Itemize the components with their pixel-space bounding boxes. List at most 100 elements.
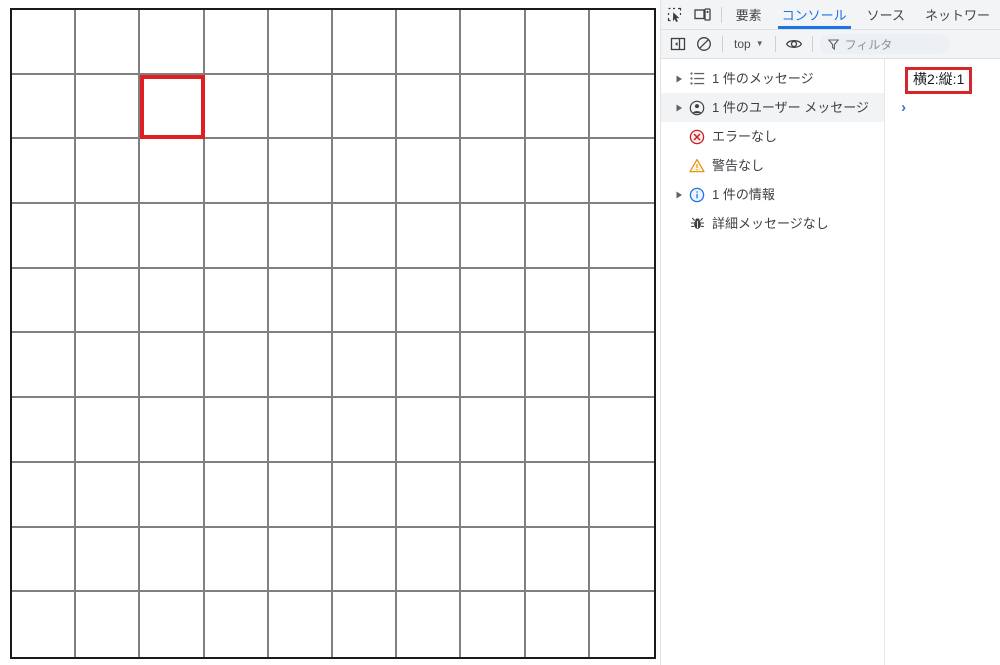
grid-cell[interactable]	[525, 204, 590, 269]
tab-network[interactable]: ネットワー	[915, 0, 1000, 29]
grid-cell[interactable]	[204, 10, 269, 75]
grid-cell[interactable]	[140, 139, 205, 205]
grid-cell[interactable]	[526, 592, 590, 657]
tab-console[interactable]: コンソール	[772, 0, 857, 29]
grid-cell[interactable]	[461, 527, 526, 593]
grid-cell[interactable]	[12, 462, 77, 528]
grid-cell[interactable]	[140, 10, 205, 75]
grid-cell[interactable]	[397, 398, 462, 463]
grid-cell[interactable]	[12, 204, 77, 269]
grid-cell[interactable]	[268, 204, 333, 269]
grid-cell[interactable]	[525, 268, 590, 334]
grid-cell[interactable]	[332, 139, 398, 205]
execution-context-dropdown[interactable]: top ▼	[728, 35, 770, 53]
grid-cell[interactable]	[204, 462, 269, 528]
grid-cell[interactable]	[268, 462, 333, 528]
sidebar-item-verbose[interactable]: 詳細メッセージなし	[661, 209, 884, 238]
grid-cell[interactable]	[204, 268, 269, 334]
grid-canvas-pane[interactable]	[0, 0, 660, 665]
grid-cell[interactable]	[140, 527, 205, 593]
expand-arrow-icon[interactable]	[673, 191, 686, 199]
grid-cell[interactable]	[76, 398, 141, 463]
grid-cell[interactable]	[204, 333, 269, 399]
grid-cell[interactable]	[76, 10, 141, 75]
grid-cell[interactable]	[140, 592, 205, 657]
grid-cell[interactable]	[76, 333, 141, 399]
grid-cell[interactable]	[589, 398, 654, 463]
grid-cell[interactable]	[525, 139, 590, 205]
grid-cell[interactable]	[12, 398, 77, 463]
grid-cell[interactable]	[204, 527, 269, 593]
grid-cell[interactable]	[461, 333, 526, 399]
grid-board[interactable]	[10, 8, 656, 659]
grid-cell[interactable]	[589, 463, 654, 528]
sidebar-item-messages[interactable]: 1 件のメッセージ	[661, 64, 884, 93]
grid-cell[interactable]	[397, 333, 462, 399]
expand-arrow-icon[interactable]	[673, 104, 686, 112]
grid-cell[interactable]	[589, 269, 654, 334]
grid-cell[interactable]	[397, 139, 462, 205]
grid-cell[interactable]	[397, 462, 462, 528]
grid-cell[interactable]	[12, 592, 77, 657]
grid-cell[interactable]	[204, 139, 269, 205]
expand-arrow-icon[interactable]	[673, 75, 686, 83]
grid-cell[interactable]	[525, 333, 590, 399]
grid-cell[interactable]	[140, 74, 205, 140]
grid-cell[interactable]	[461, 462, 526, 528]
grid-cell[interactable]	[204, 204, 269, 269]
grid-cell[interactable]	[332, 268, 398, 334]
sidebar-item-warnings[interactable]: 警告なし	[661, 151, 884, 180]
grid-cell[interactable]	[461, 10, 526, 75]
grid-cell[interactable]	[333, 592, 398, 657]
grid-cell[interactable]	[140, 398, 205, 463]
grid-cell[interactable]	[589, 204, 654, 269]
grid-cell[interactable]	[12, 333, 77, 399]
grid-cell[interactable]	[332, 462, 398, 528]
grid-cell[interactable]	[525, 527, 590, 593]
grid-cell[interactable]	[12, 139, 77, 205]
grid-cell[interactable]	[525, 74, 590, 140]
live-expression-eye-icon[interactable]	[781, 32, 807, 56]
grid-cell[interactable]	[140, 462, 205, 528]
grid-cell[interactable]	[140, 333, 205, 399]
grid-cell[interactable]	[525, 462, 590, 528]
sidebar-item-info[interactable]: 1 件の情報	[661, 180, 884, 209]
grid-cell[interactable]	[397, 592, 462, 657]
clear-console-icon[interactable]	[691, 32, 717, 56]
grid-cell[interactable]	[268, 333, 333, 399]
grid-cell[interactable]	[397, 10, 462, 75]
grid-cell[interactable]	[76, 592, 141, 657]
grid-cell[interactable]	[461, 398, 526, 463]
grid-cell[interactable]	[205, 592, 269, 657]
grid-cell[interactable]	[461, 204, 526, 269]
grid-cell[interactable]	[268, 268, 333, 334]
grid-cell[interactable]	[397, 204, 462, 269]
grid-cell[interactable]	[525, 10, 590, 75]
tab-elements[interactable]: 要素	[726, 0, 772, 29]
grid-cell[interactable]	[76, 139, 141, 205]
grid-cell[interactable]	[12, 10, 77, 75]
grid-cell[interactable]	[268, 527, 333, 593]
grid-cell[interactable]	[461, 74, 526, 140]
tab-sources[interactable]: ソース	[857, 0, 915, 29]
grid-cell[interactable]	[76, 204, 141, 269]
console-output[interactable]: 横2:縦:1 ›	[885, 59, 1000, 665]
sidebar-item-errors[interactable]: エラーなし	[661, 122, 884, 151]
grid-cell[interactable]	[397, 268, 462, 334]
grid-cell[interactable]	[332, 74, 398, 140]
grid-cell[interactable]	[590, 592, 654, 657]
sidebar-toggle-icon[interactable]	[665, 32, 691, 56]
grid-cell[interactable]	[589, 75, 654, 140]
grid-cell[interactable]	[589, 139, 654, 205]
grid-cell[interactable]	[332, 398, 398, 463]
grid-cell[interactable]	[589, 528, 654, 593]
console-prompt[interactable]: ›	[899, 101, 908, 116]
grid-cell[interactable]	[332, 10, 398, 75]
grid-cell[interactable]	[268, 398, 333, 463]
grid-cell[interactable]	[461, 139, 526, 205]
grid-cell[interactable]	[76, 462, 141, 528]
device-toolbar-icon[interactable]	[689, 0, 717, 29]
grid-cell[interactable]	[12, 527, 77, 593]
grid-cell[interactable]	[12, 74, 77, 140]
grid-cell[interactable]	[268, 74, 333, 140]
